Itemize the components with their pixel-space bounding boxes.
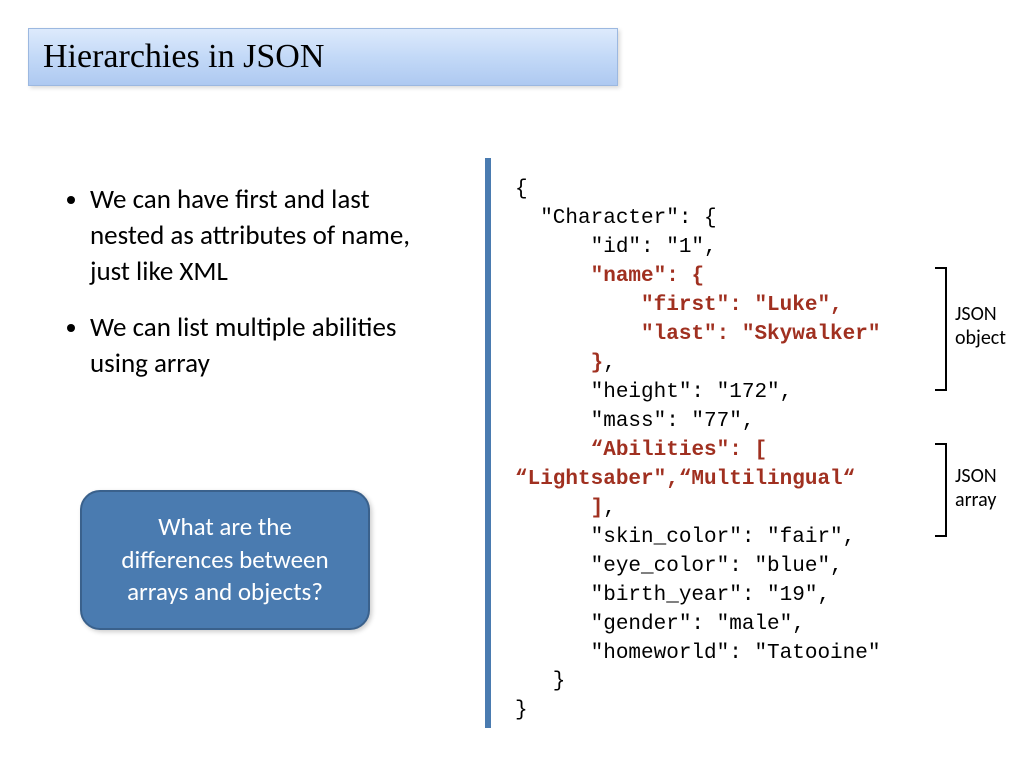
bracket-object (935, 267, 947, 391)
vertical-divider (485, 158, 491, 728)
bullet-list: We can have first and last nested as att… (62, 182, 447, 402)
bullet-item: We can list multiple abilities using arr… (90, 310, 447, 382)
label-json-array: JSONarray (955, 464, 997, 512)
bracket-array (935, 443, 947, 537)
code-block: { "Character": { "id": "1", "name": { "f… (515, 176, 880, 726)
question-callout: What are the differences between arrays … (80, 490, 370, 630)
label-json-object: JSONobject (955, 302, 1006, 350)
bullet-item: We can have first and last nested as att… (90, 182, 447, 290)
slide-title: Hierarchies in JSON (43, 38, 324, 76)
callout-text: What are the differences between arrays … (100, 511, 350, 609)
slide-title-bar: Hierarchies in JSON (28, 28, 618, 86)
